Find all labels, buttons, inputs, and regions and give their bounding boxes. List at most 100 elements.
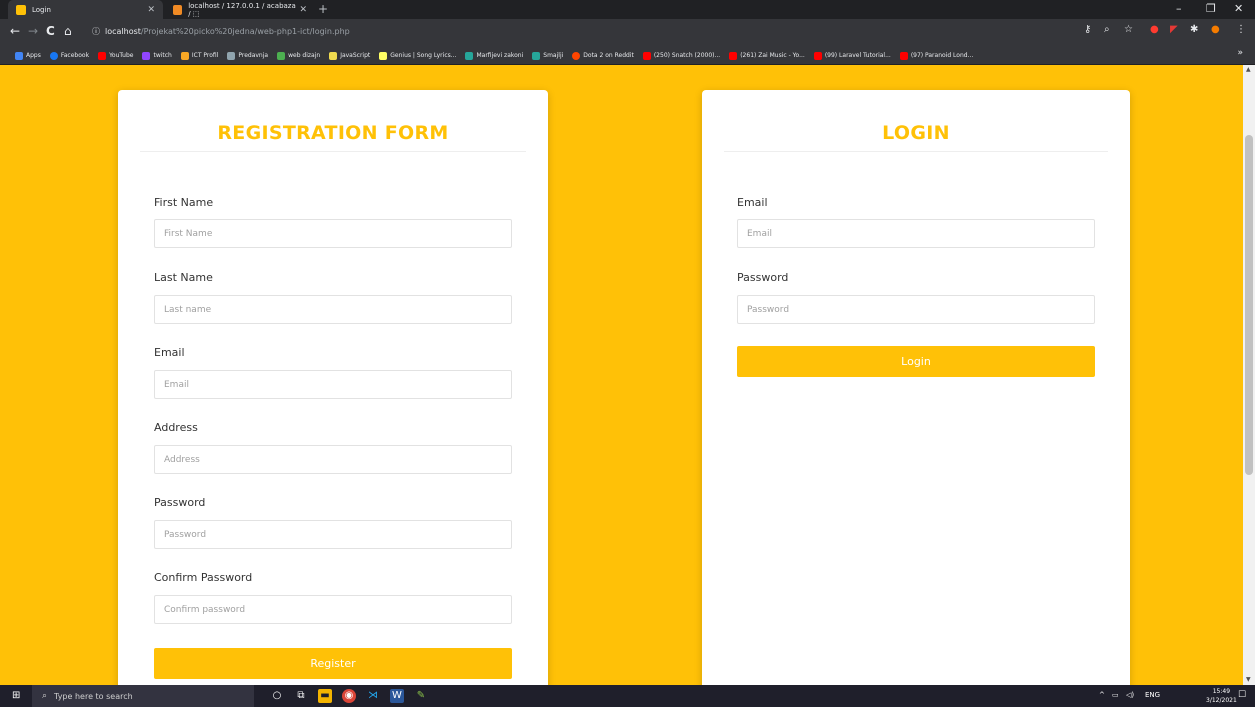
- tray-overflow-icon[interactable]: ^: [1099, 691, 1105, 699]
- bookmark-apps[interactable]: Apps: [15, 51, 41, 60]
- profile-avatar-icon[interactable]: ●: [1211, 24, 1220, 35]
- address-input[interactable]: [154, 445, 512, 474]
- page-scrollbar[interactable]: ▲ ▼: [1243, 65, 1255, 685]
- url-host: localhost: [105, 27, 141, 36]
- address-label: Address: [154, 421, 198, 434]
- bookmark-label: Dota 2 on Reddit: [583, 52, 634, 59]
- zoom-icon[interactable]: ⌕: [1104, 24, 1110, 35]
- site-info-icon[interactable]: ⓘ: [92, 26, 100, 37]
- bookmark-youtube[interactable]: YouTube: [98, 51, 134, 60]
- facebook-icon: [49, 51, 58, 60]
- bookmark-label: YouTube: [109, 52, 134, 59]
- bookmark-javascript[interactable]: JavaScript: [329, 51, 371, 60]
- scroll-down-arrow-icon[interactable]: ▼: [1246, 676, 1251, 683]
- youtube-icon: [642, 51, 651, 60]
- address-bar[interactable]: ⓘ localhost /Projekat%20picko%20jedna/we…: [92, 23, 1092, 40]
- last-name-label: Last Name: [154, 271, 213, 284]
- extension-icon[interactable]: ●: [1150, 24, 1159, 35]
- notifications-icon[interactable]: ☐: [1238, 690, 1246, 700]
- tab-favicon-icon: [173, 4, 183, 15]
- chrome-icon[interactable]: ◉: [342, 689, 356, 703]
- windows-start-icon[interactable]: ⊞: [12, 690, 20, 701]
- bookmark-twitch[interactable]: twitch: [142, 51, 172, 60]
- bookmark-laravel[interactable]: (99) Laravel Tutorial...: [813, 51, 891, 60]
- bookmark-label: Predavnja: [238, 52, 269, 59]
- menu-icon[interactable]: ⋮: [1236, 24, 1246, 35]
- tab-favicon-icon: [16, 4, 26, 15]
- login-email-input[interactable]: [737, 219, 1095, 248]
- word-icon[interactable]: W: [390, 689, 404, 703]
- tab-phpmyadmin[interactable]: localhost / 127.0.0.1 / acabaza / ⬚ ✕: [165, 0, 315, 19]
- extension-2-icon[interactable]: ◤: [1170, 24, 1178, 35]
- bookmark-star-icon[interactable]: ☆: [1124, 24, 1133, 35]
- bookmark-label: (97) Paranoid Lond...: [910, 52, 974, 59]
- volume-icon[interactable]: ◁): [1126, 691, 1134, 699]
- first-name-input[interactable]: [154, 219, 512, 248]
- bookmark-snatch[interactable]: (250) Snatch (2000)...: [642, 51, 721, 60]
- page-viewport: REGISTRATION FORM First Name Last Name E…: [0, 65, 1243, 685]
- file-explorer-icon[interactable]: ▬: [318, 689, 332, 703]
- bookmark-label: ICT Profil: [191, 52, 219, 59]
- task-view-icon[interactable]: ⧉: [294, 689, 308, 703]
- bookmark-label: Facebook: [60, 52, 90, 59]
- key-icon[interactable]: ⚷: [1084, 24, 1091, 35]
- login-button[interactable]: Login: [737, 346, 1095, 377]
- email-input[interactable]: [154, 370, 512, 399]
- login-password-label: Password: [737, 271, 789, 284]
- bookmark-genius[interactable]: Genius | Song Lyrics...: [379, 51, 456, 60]
- bookmark-ict-profil[interactable]: ICT Profil: [180, 51, 219, 60]
- confirm-password-input[interactable]: [154, 595, 512, 624]
- vscode-icon[interactable]: ⋊: [366, 689, 380, 703]
- maximize-button[interactable]: ❐: [1206, 2, 1216, 15]
- bookmark-label: Apps: [26, 52, 41, 59]
- twitch-icon: [142, 51, 151, 60]
- page-icon: [465, 51, 474, 60]
- password-input[interactable]: [154, 520, 512, 549]
- register-button[interactable]: Register: [154, 648, 512, 679]
- tab-close-icon[interactable]: ✕: [299, 5, 307, 15]
- scroll-up-arrow-icon[interactable]: ▲: [1246, 66, 1251, 73]
- tab-login[interactable]: Login ✕: [8, 0, 163, 19]
- login-divider: [724, 151, 1108, 152]
- new-tab-button[interactable]: +: [318, 2, 328, 16]
- bookmark-predavnja[interactable]: Predavnja: [227, 51, 269, 60]
- back-button[interactable]: ←: [10, 24, 20, 38]
- windows-taskbar: ⊞ ⌕ Type here to search ○ ⧉ ▬ ◉ ⋊ W ✎ ^ …: [0, 685, 1255, 707]
- bookmark-label: JavaScript: [340, 52, 371, 59]
- first-name-label: First Name: [154, 196, 214, 209]
- login-email-label: Email: [737, 196, 768, 209]
- bookmark-marfijevi-zakoni[interactable]: Marfijevi zakoni: [465, 51, 524, 60]
- extensions-puzzle-icon[interactable]: ✱: [1190, 24, 1198, 35]
- youtube-icon: [899, 51, 908, 60]
- tab-title: Login: [32, 5, 51, 14]
- login-password-input[interactable]: [737, 295, 1095, 324]
- tab-close-icon[interactable]: ✕: [147, 5, 155, 15]
- forward-button[interactable]: →: [28, 24, 38, 38]
- genius-icon: [379, 51, 388, 60]
- bookmark-web-dizajn[interactable]: web dizajn: [277, 51, 320, 60]
- bookmark-smajlji[interactable]: Smajlji: [532, 51, 563, 60]
- bookmark-dota2-reddit[interactable]: Dota 2 on Reddit: [572, 51, 634, 60]
- minimize-button[interactable]: –: [1176, 2, 1182, 15]
- bookmark-zai-music[interactable]: (261) Zai Music - Yo...: [729, 51, 805, 60]
- home-button[interactable]: ⌂: [64, 24, 72, 38]
- app-icon[interactable]: ✎: [414, 689, 428, 703]
- reload-button[interactable]: C: [46, 24, 55, 38]
- bookmark-paranoid[interactable]: (97) Paranoid Lond...: [899, 51, 974, 60]
- bookmark-label: Marfijevi zakoni: [476, 52, 524, 59]
- close-window-button[interactable]: ✕: [1234, 2, 1243, 15]
- bookmarks-overflow-icon[interactable]: »: [1237, 48, 1243, 58]
- network-icon[interactable]: ▭: [1112, 691, 1119, 699]
- last-name-input[interactable]: [154, 295, 512, 324]
- youtube-icon: [98, 51, 107, 60]
- bookmark-facebook[interactable]: Facebook: [49, 51, 90, 60]
- taskbar-clock[interactable]: 15:49 3/12/2021: [1206, 687, 1237, 705]
- tab-title: localhost / 127.0.0.1 / acabaza / ⬚: [188, 1, 296, 18]
- cortana-icon[interactable]: ○: [270, 689, 284, 703]
- search-icon: ⌕: [42, 691, 48, 701]
- bookmark-label: (250) Snatch (2000)...: [653, 52, 721, 59]
- scroll-thumb[interactable]: [1245, 135, 1253, 475]
- taskbar-search-box[interactable]: ⌕ Type here to search: [32, 685, 254, 707]
- password-label: Password: [154, 496, 206, 509]
- language-indicator[interactable]: ENG: [1145, 691, 1160, 699]
